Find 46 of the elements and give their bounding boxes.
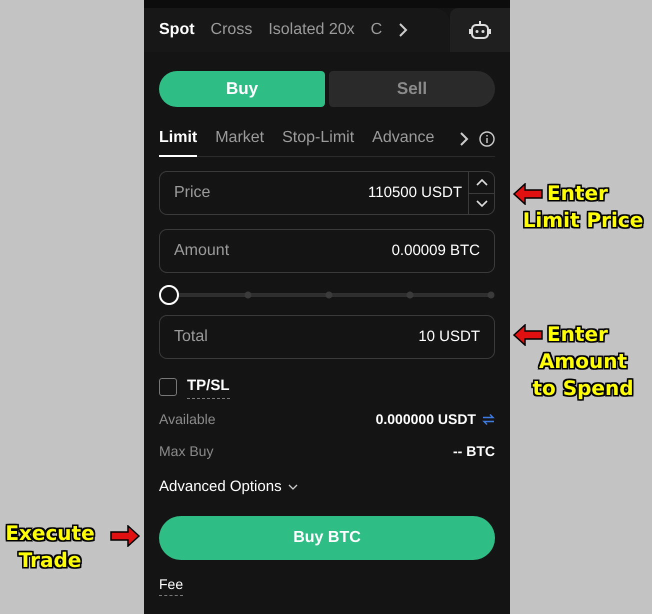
annotation-text: Limit Price (522, 207, 644, 234)
field-value: 0.00009 BTC (392, 240, 481, 261)
input-field[interactable]: Price 110500 USDT (159, 171, 495, 215)
field-label: Total (173, 327, 209, 347)
field-value: 110500 USDT (368, 182, 463, 203)
field-label: Amount (173, 241, 230, 261)
annotation-text: to Spend (532, 375, 634, 402)
order-type-tab[interactable]: Market (215, 120, 264, 156)
annotation-text: Enter (547, 321, 608, 348)
order-type-tab[interactable]: Advance (372, 120, 434, 156)
arrow-icon (513, 182, 543, 204)
transfer-icon[interactable] (482, 414, 495, 425)
info-icon[interactable] (479, 130, 495, 146)
chevron-right-icon[interactable] (398, 23, 408, 37)
chevron-right-icon[interactable] (459, 132, 469, 146)
order-type-tab[interactable]: Stop-Limit (282, 120, 354, 156)
order-type-tab[interactable]: Limit (159, 120, 198, 156)
robot-icon[interactable] (469, 20, 491, 40)
info-label: Available (159, 410, 216, 429)
sell-tab[interactable]: Sell (329, 71, 495, 107)
info-value: 0.000000 USDT (376, 410, 476, 429)
input-field[interactable]: Amount 0.00009 BTC (159, 229, 495, 273)
amount-slider[interactable] (159, 285, 495, 305)
field-value: 10 USDT (418, 326, 481, 347)
annotation-text: Enter (547, 180, 608, 207)
chevron-up-icon (476, 178, 488, 186)
slider-thumb[interactable] (159, 285, 179, 305)
checkbox-label[interactable]: TP/SL (187, 375, 230, 398)
trading-mode-tab[interactable]: C (370, 18, 382, 42)
fee-link[interactable]: Fee (159, 574, 184, 596)
input-field[interactable]: Total 10 USDT (159, 315, 495, 359)
checkbox[interactable] (159, 378, 177, 396)
trading-mode-tab[interactable]: Cross (210, 18, 252, 42)
annotation-text: Trade (18, 547, 82, 574)
trading-mode-tab[interactable]: Isolated 20x (268, 18, 355, 42)
trading-mode-tab[interactable]: Spot (159, 18, 195, 42)
annotation-text: Amount (538, 348, 628, 375)
advanced-options-toggle[interactable]: Advanced Options (159, 476, 298, 498)
annotation-text: Execute (5, 520, 95, 547)
info-value: -- BTC (453, 442, 495, 461)
info-label: Max Buy (159, 442, 214, 461)
chevron-down-icon (288, 484, 298, 490)
field-label: Price (173, 183, 212, 203)
arrow-icon (513, 324, 543, 346)
chevron-down-icon (476, 200, 488, 208)
arrow-icon (110, 525, 140, 547)
